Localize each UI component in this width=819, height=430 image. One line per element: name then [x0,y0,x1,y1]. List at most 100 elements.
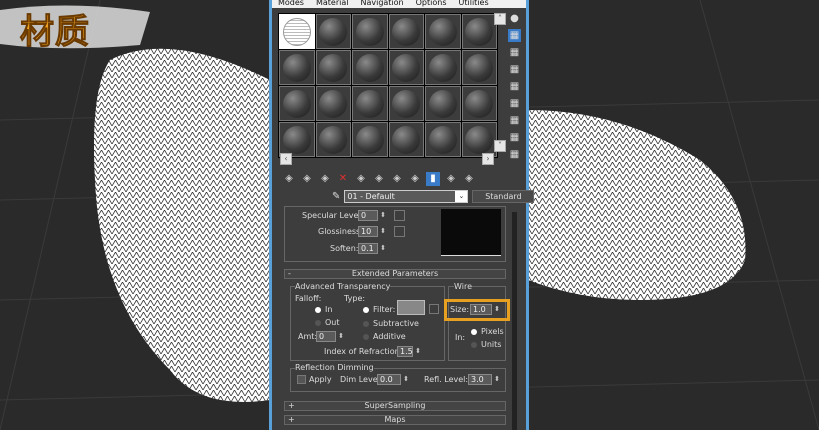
sample-slot[interactable] [425,86,461,121]
material-name-field[interactable]: 01 - Default ⌄ [344,190,469,203]
sample-slot[interactable] [279,50,315,85]
specular-level-spinner[interactable]: 0 [358,210,386,221]
filter-map-button[interactable] [429,304,439,314]
soften-spinner[interactable]: 0.1 [358,243,386,254]
side-toolbar: ● ▦ ▦ ▦ ▦ ▦ ▦ ▦ ▦ [508,12,524,161]
video-color-check-icon[interactable]: ▦ [508,80,521,93]
sample-slot[interactable] [352,122,388,157]
uv-tiling-icon[interactable]: ▦ [508,63,521,76]
overlay-title-text: 材质 [20,12,90,53]
material-sphere-icon [465,17,494,46]
sample-slot[interactable] [461,122,497,157]
wire-pixels-radio[interactable] [471,329,477,335]
highlight-curve-preview [441,209,501,256]
put-to-scene-icon[interactable]: ◈ [300,172,314,186]
sample-slot[interactable] [425,50,461,85]
go-forward-icon[interactable]: ◈ [462,172,476,186]
menu-bar: Modes Material Navigation Options Utilit… [272,0,526,8]
delete-icon[interactable]: ✕ [336,172,350,186]
sample-slot[interactable] [388,14,424,49]
go-to-parent-icon[interactable]: ◈ [444,172,458,186]
scroll-down-button[interactable]: ˅ [494,140,506,152]
assign-to-selection-icon[interactable]: ◈ [318,172,332,186]
material-type-button[interactable]: Standard [472,190,535,203]
sample-slot[interactable] [388,86,424,121]
sample-slot[interactable] [279,86,315,121]
sample-slot[interactable] [388,122,424,157]
sample-slot[interactable] [279,122,315,157]
specular-map-button[interactable] [394,210,405,221]
bottom-toolbar: ◈ ◈ ◈ ✕ ◈ ◈ ◈ ◈ ▮ ◈ ◈ [282,172,476,186]
scroll-left-button[interactable]: ‹ [280,153,292,165]
sample-slot[interactable] [352,50,388,85]
options-icon[interactable]: ▦ [508,114,521,127]
scroll-right-button[interactable]: › [482,153,494,165]
soften-label: Soften: [330,244,359,253]
maps-rollout[interactable]: + Maps [284,415,506,425]
get-material-icon[interactable]: ◈ [282,172,296,186]
sample-slot[interactable] [425,122,461,157]
scroll-up-button[interactable]: ˄ [494,13,506,25]
glossiness-spinner[interactable]: 10 [358,226,386,237]
show-shaded-icon[interactable]: ◈ [408,172,422,186]
falloff-out-radio[interactable] [315,320,321,326]
show-end-result-icon[interactable]: ▮ [426,172,440,186]
backlight-icon[interactable]: ▦ [508,29,521,42]
rollout-title: SuperSampling [364,401,426,410]
advanced-transparency-title: Advanced Transparency [295,282,391,291]
supersampling-rollout[interactable]: + SuperSampling [284,401,506,411]
menu-material[interactable]: Material [316,0,349,8]
background-icon[interactable]: ▦ [508,46,521,59]
material-id-icon[interactable]: ◈ [390,172,404,186]
rollout-title: Maps [384,415,406,424]
sample-slot[interactable] [315,50,351,85]
falloff-in-radio[interactable] [315,307,321,313]
material-sphere-icon [319,125,348,154]
sample-slot[interactable] [425,14,461,49]
extended-parameters-rollout[interactable]: - Extended Parameters [284,269,506,279]
sample-slot[interactable] [315,86,351,121]
glossiness-map-button[interactable] [394,226,405,237]
sample-slot[interactable] [461,50,497,85]
make-unique-icon[interactable]: ◈ [354,172,368,186]
material-sphere-icon [282,17,311,46]
menu-navigation[interactable]: Navigation [360,0,403,8]
expand-icon: + [288,401,295,410]
glossiness-label: Glossiness: [318,227,363,236]
material-sphere-icon [465,89,494,118]
apply-checkbox[interactable] [297,375,306,384]
select-by-material-icon[interactable]: ▦ [508,131,521,144]
refl-level-spinner[interactable]: 3.0 [468,374,500,385]
menu-modes[interactable]: Modes [278,0,304,8]
type-filter-radio[interactable] [363,307,369,313]
type-label: Type: [344,294,366,303]
dim-level-spinner[interactable]: 0.0 [377,374,409,385]
chevron-down-icon[interactable]: ⌄ [455,191,468,202]
type-subtractive-radio[interactable] [363,321,369,327]
material-sphere-icon [428,125,457,154]
amt-spinner[interactable]: 0 [316,331,344,342]
sample-slot[interactable] [352,86,388,121]
sample-slot[interactable] [315,122,351,157]
wire-units-radio[interactable] [471,342,477,348]
sample-slot[interactable] [461,86,497,121]
material-sphere-icon [428,17,457,46]
amt-label: Amt: [298,332,318,341]
eyedropper-icon[interactable]: ✎ [332,191,340,202]
sample-type-icon[interactable]: ● [508,12,521,25]
menu-options[interactable]: Options [416,0,447,8]
sample-slot[interactable] [279,14,315,49]
panel-scrollbar[interactable] [512,212,517,430]
sample-slot[interactable] [352,14,388,49]
ior-spinner[interactable]: 1.5 [397,346,421,357]
sample-slot[interactable] [461,14,497,49]
type-additive-radio[interactable] [363,334,369,340]
make-preview-icon[interactable]: ▦ [508,97,521,110]
put-to-library-icon[interactable]: ◈ [372,172,386,186]
filter-color-swatch[interactable] [397,300,425,315]
sample-slot[interactable] [388,50,424,85]
material-map-navigator-icon[interactable]: ▦ [508,148,521,161]
menu-utilities[interactable]: Utilities [459,0,489,8]
sample-slots [278,13,498,158]
sample-slot[interactable] [315,14,351,49]
